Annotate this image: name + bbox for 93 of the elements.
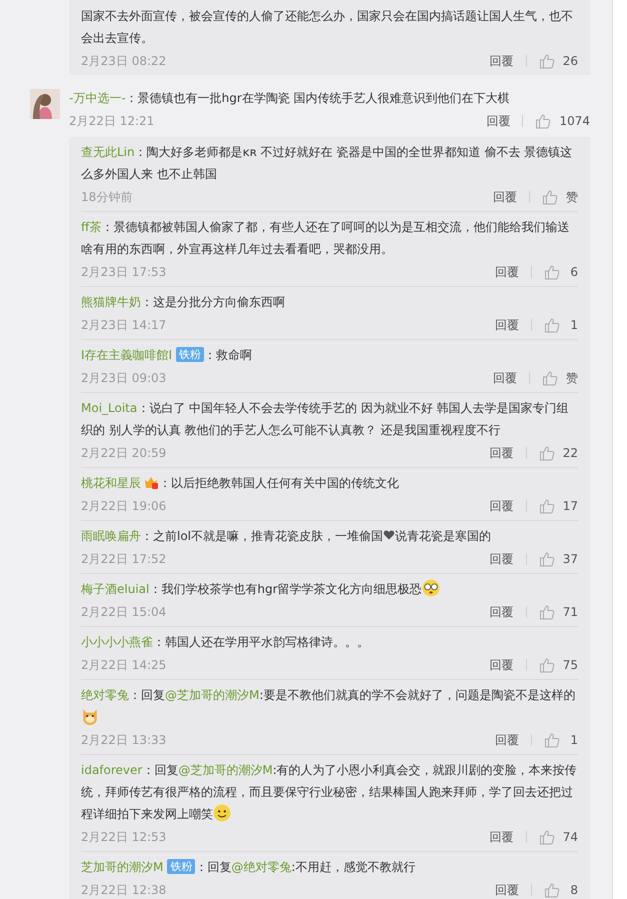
comment-text: idaforever：回复@芝加哥的潮汐M:有的人为了小恩小利真会交，就跟川剧的变脸，本来按传统，拜师传艺有很严格的流程，而且要保守行业秘密，结果棒国人跑来拜师，学了回去还把过程详细拍下来发网上嘲笑 xyxy=(81,762,578,824)
username-link[interactable]: 小小小小燕雀 xyxy=(81,635,153,649)
timestamp: 2月23日 17:53 xyxy=(81,264,166,280)
reply-link[interactable]: 回覆 xyxy=(495,316,519,334)
username-link[interactable]: I存在主義咖啡館I xyxy=(81,348,172,362)
reply-link[interactable]: 回覆 xyxy=(490,550,514,568)
comment-text: 小小小小燕雀：韩国人还在学用平水韵写格律诗。。。 xyxy=(81,634,370,651)
like-count: 1 xyxy=(569,733,578,747)
timestamp: 2月22日 17:52 xyxy=(81,550,166,568)
thumbs-up-icon[interactable] xyxy=(538,604,555,620)
reply-link[interactable]: 回覆 xyxy=(490,828,514,846)
thumbs-up-icon[interactable] xyxy=(544,882,560,898)
username-link[interactable]: 梅子酒eluial xyxy=(81,582,150,596)
like-count: 17 xyxy=(562,499,578,513)
thumbs-up-icon[interactable] xyxy=(538,445,555,461)
username-link[interactable]: -万中选一- xyxy=(69,91,126,105)
thumbs-up-icon[interactable] xyxy=(538,498,555,514)
thumbs-up-icon[interactable] xyxy=(542,189,558,205)
fan-badge: 铁粉 xyxy=(167,859,196,874)
username-link[interactable]: ff茶 xyxy=(81,220,102,234)
reply-link[interactable]: 回覆 xyxy=(495,882,519,898)
timestamp: 2月23日 08:22 xyxy=(81,52,166,70)
comment-text: -万中选一-：景德镇也有一批hgr在学陶瓷 国内传统手艺人很难意识到他们在下大棋 xyxy=(69,90,511,107)
comment-text: 绝对零兔：回复@芝加哥的潮汐M:要是不教他们就真的学不会就好了，问题是陶瓷不是这样的 xyxy=(81,684,578,728)
comment-text: 熊猫牌牛奶：这是分批分方向偷东西啊 xyxy=(81,294,286,311)
comment-text: I存在主義咖啡館I 铁粉 ：救命啊 xyxy=(81,346,254,364)
like-count: 8 xyxy=(569,883,578,897)
timestamp: 18分钟前 xyxy=(81,188,132,206)
like-count: 74 xyxy=(562,830,578,844)
username-link[interactable]: 雨眠唤扁舟 xyxy=(81,529,141,543)
like-count: 1074 xyxy=(559,114,590,128)
mention-link[interactable]: @绝对零兔 xyxy=(231,860,292,874)
comment-text: 国家不去外面宣传，被会宣传的人偷了还能怎么办，国家只会在国内搞话题让国人生气，也不会出去宣传。 xyxy=(81,8,574,47)
thumbs-up-icon[interactable] xyxy=(544,732,560,748)
like-count: 37 xyxy=(562,552,578,566)
timestamp: 2月22日 12:21 xyxy=(69,112,154,130)
thumbs-up-icon[interactable] xyxy=(538,829,555,845)
timestamp: 2月23日 14:17 xyxy=(81,316,166,334)
comment-text: 芝加哥的潮汐M 铁粉 ：回复@绝对零兔:不用赶，感觉不教就行 xyxy=(81,858,416,876)
timestamp: 2月23日 09:03 xyxy=(81,370,166,386)
comment-text: 梅子酒eluial：我们学校茶学也有hgr留学学茶文化方向细思极恐 xyxy=(81,578,578,600)
timestamp: 2月22日 19:06 xyxy=(81,498,166,514)
comment-text: 桃花和星辰 ：以后拒绝教韩国人任何有关中国的传统文化 xyxy=(81,473,400,492)
thumbs-up-icon[interactable] xyxy=(538,657,555,673)
dog-face-icon xyxy=(81,707,99,725)
thumbs-up-icon[interactable] xyxy=(542,370,558,386)
thumbs-up-icon[interactable] xyxy=(544,317,560,333)
timestamp: 2月22日 12:38 xyxy=(81,882,166,898)
like-count: 赞 xyxy=(566,370,578,386)
username-link[interactable]: 桃花和星辰 xyxy=(81,476,141,490)
username-link[interactable]: idaforever xyxy=(81,763,142,777)
thumbs-up-icon[interactable] xyxy=(535,113,552,129)
username-link[interactable]: 绝对零兔 xyxy=(81,688,129,702)
like-count: 6 xyxy=(569,265,578,279)
comment-text: Moi_Loita：说白了 中国年轻人不会去学传统手艺的 因为就业不好 韩国人去学是国家专门组织的 别人学的认真 教他们的手艺人怎么可能不认真教？ 还是我国重视程度不行 xyxy=(81,400,570,439)
username-link[interactable]: 芝加哥的潮汐M xyxy=(81,860,164,874)
comment-text: 查无此Lin：陶大好多老师都是ᴋʀ 不过好就好在 瓷器是中国的全世界都知道 偷不去 景德镇这么多外国人来 也不止韩国 xyxy=(81,144,574,183)
reply-link[interactable]: 回覆 xyxy=(486,112,510,130)
like-count: 赞 xyxy=(566,188,578,206)
username-link[interactable]: 熊猫牌牛奶 xyxy=(81,295,141,309)
shocked-face-icon xyxy=(422,579,440,597)
username-link[interactable]: Moi_Loita xyxy=(81,401,138,415)
like-count: 1 xyxy=(569,318,578,332)
reply-link[interactable]: 回覆 xyxy=(490,656,514,674)
timestamp: 2月22日 20:59 xyxy=(81,444,166,462)
like-count: 26 xyxy=(562,54,578,68)
reply-link[interactable]: 回覆 xyxy=(490,52,514,70)
fan-badge: 铁粉 xyxy=(176,347,204,362)
smiley-icon xyxy=(213,804,231,822)
reply-link[interactable]: 回覆 xyxy=(490,498,514,514)
reply-link[interactable]: 回覆 xyxy=(495,732,519,748)
timestamp: 2月22日 12:53 xyxy=(81,828,166,846)
avatar-icon xyxy=(30,89,60,119)
like-count: 22 xyxy=(562,446,578,460)
thumbs-up-icon[interactable] xyxy=(538,53,555,69)
mention-link[interactable]: @芝加哥的潮汐M xyxy=(178,763,273,777)
thumbs-up-icon[interactable] xyxy=(544,264,560,280)
mention-link[interactable]: @芝加哥的潮汐M xyxy=(165,688,260,702)
timestamp: 2月22日 15:04 xyxy=(81,604,166,620)
like-count: 75 xyxy=(562,658,578,672)
reply-link[interactable]: 回覆 xyxy=(493,370,517,386)
comment-text: 雨眠唤扁舟：之前lol不就是嘛，推青花瓷皮肤，一堆偷国 说青花瓷是寒国的 xyxy=(81,528,492,545)
reply-link[interactable]: 回覆 xyxy=(490,444,514,462)
username-link[interactable]: 查无此Lin xyxy=(81,145,135,159)
timestamp: 2月22日 13:33 xyxy=(81,732,166,748)
comment-text: ff茶：景德镇都被韩国人偷家了都，有些人还在了呵呵的以为是互相交流，他们能给我们输送啥有用的东西啊，外宣再这样几年过去看看吧，哭都没用。 xyxy=(81,219,570,258)
reply-link[interactable]: 回覆 xyxy=(495,264,519,280)
like-count: 71 xyxy=(562,605,578,619)
heart-icon xyxy=(383,529,396,541)
reply-link[interactable]: 回覆 xyxy=(493,188,517,206)
timestamp: 2月22日 14:25 xyxy=(81,656,166,674)
reply-link[interactable]: 回覆 xyxy=(490,604,514,620)
thumbs-up-icon[interactable] xyxy=(538,551,555,567)
